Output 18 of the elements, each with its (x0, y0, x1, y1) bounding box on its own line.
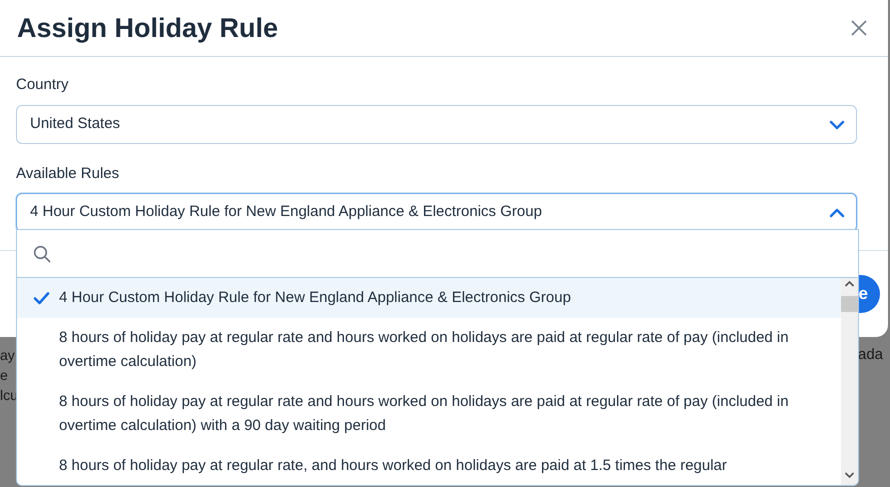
background-text: ay (0, 346, 16, 365)
background-text: ada (858, 345, 884, 365)
background-text: e (0, 366, 9, 385)
dropdown-option[interactable]: 8 hours of holiday pay at regular rate and hours worked on holidays are paid at regular rate of pay (included in overtime calculation) with a 90 day waiting period (17, 382, 841, 446)
field-label: Available Rules (16, 164, 120, 184)
dropdown-option[interactable]: 8 hours of holiday pay at regular rate and hours worked on holidays are paid at regular rate of pay (included in overtime calculation) (17, 318, 841, 382)
modal-title: Assign Holiday Rule (17, 12, 278, 44)
scrollbar[interactable] (841, 278, 858, 485)
search-icon (33, 244, 51, 262)
scroll-down-icon[interactable] (844, 471, 855, 479)
dropdown-option[interactable]: 4 Hour Custom Holiday Rule for New England Appliance & Electronics Group (17, 278, 841, 318)
field-label: Country (16, 75, 69, 95)
dropdown-option[interactable]: 8 hours of holiday pay at regular rate, and hours worked on holidays are paid at 1.5 times the regular (17, 446, 841, 485)
select-field[interactable]: United States (16, 104, 857, 144)
scroll-up-icon[interactable] (844, 280, 855, 288)
scrollbar-thumb[interactable] (841, 296, 858, 312)
select-field[interactable]: 4 Hour Custom Holiday Rule for New England Appliance & Electronics Group (16, 193, 857, 232)
checkmark-icon (33, 291, 50, 305)
